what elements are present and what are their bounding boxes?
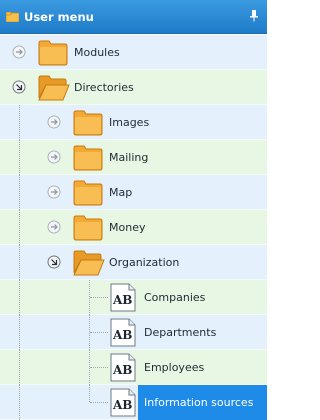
folder-icon bbox=[73, 215, 103, 241]
expand-icon[interactable] bbox=[47, 185, 61, 199]
collapse-icon[interactable] bbox=[47, 255, 61, 269]
tree-item-label: Mailing bbox=[109, 151, 149, 164]
user-menu-header: User menu bbox=[0, 0, 267, 34]
ab-document-icon: AB bbox=[110, 318, 136, 347]
expand-icon[interactable] bbox=[47, 220, 61, 234]
svg-text:AB: AB bbox=[112, 328, 132, 342]
svg-text:AB: AB bbox=[112, 363, 132, 377]
tree-item-employees[interactable]: AB Employees bbox=[0, 350, 267, 385]
folder-icon bbox=[6, 12, 19, 22]
tree-item-label: Information sources bbox=[144, 396, 254, 409]
tree-item-images[interactable]: Images bbox=[0, 105, 267, 140]
tree-item-label: Modules bbox=[74, 46, 120, 59]
expand-icon[interactable] bbox=[47, 150, 61, 164]
tree-item-label: Images bbox=[109, 116, 150, 129]
tree-item-companies[interactable]: AB Companies bbox=[0, 280, 267, 315]
ab-document-icon: AB bbox=[110, 353, 136, 382]
tree-item-directories[interactable]: Directories bbox=[0, 70, 267, 105]
expand-icon[interactable] bbox=[47, 115, 61, 129]
tree-item-label: Money bbox=[109, 221, 146, 234]
tree-item-money[interactable]: Money bbox=[0, 210, 267, 245]
folder-icon bbox=[73, 180, 103, 206]
tree-item-label: Map bbox=[109, 186, 133, 199]
header-title: User menu bbox=[24, 10, 94, 24]
tree-item-mailing[interactable]: Mailing bbox=[0, 140, 267, 175]
pin-icon[interactable] bbox=[249, 10, 259, 22]
folder-icon bbox=[73, 145, 103, 171]
tree-item-label: Companies bbox=[144, 291, 206, 304]
tree-item-map[interactable]: Map bbox=[0, 175, 267, 210]
collapse-icon[interactable] bbox=[12, 80, 26, 94]
tree-item-label: Organization bbox=[109, 256, 180, 269]
tree-item-label: Departments bbox=[144, 326, 217, 339]
svg-text:AB: AB bbox=[112, 293, 132, 307]
folder-icon bbox=[73, 110, 103, 136]
tree-view: Modules Directories Images Mailing Map M… bbox=[0, 35, 267, 420]
tree-item-organization[interactable]: Organization bbox=[0, 245, 267, 280]
folder-open-icon bbox=[73, 250, 105, 276]
folder-open-icon bbox=[38, 75, 70, 101]
tree-item-modules[interactable]: Modules bbox=[0, 35, 267, 70]
tree-item-information-sources[interactable]: AB Information sources bbox=[0, 385, 267, 420]
tree-item-departments[interactable]: AB Departments bbox=[0, 315, 267, 350]
expand-icon[interactable] bbox=[12, 45, 26, 59]
ab-document-icon: AB bbox=[110, 388, 136, 417]
ab-document-icon: AB bbox=[110, 283, 136, 312]
tree-item-label: Directories bbox=[74, 81, 134, 94]
folder-icon bbox=[38, 40, 68, 66]
tree-item-label: Employees bbox=[144, 361, 205, 374]
svg-text:AB: AB bbox=[112, 398, 132, 412]
